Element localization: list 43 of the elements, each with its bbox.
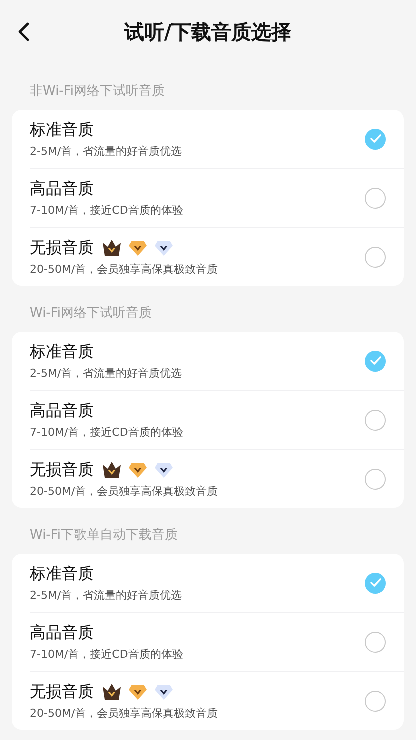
diamond-icon [128, 461, 148, 479]
option-title: 无损音质 [30, 460, 94, 480]
diamond-icon [128, 683, 148, 701]
check-icon [370, 134, 382, 144]
option-description: 20-50M/首，会员独享高保真极致音质 [30, 706, 220, 720]
page-title: 试听/下载音质选择 [124, 18, 292, 46]
radio-button[interactable] [365, 410, 386, 430]
radio-button[interactable] [365, 572, 386, 594]
option-title: 无损音质 [30, 238, 94, 258]
option-description: 2-5M/首，省流量的好音质优选 [30, 366, 184, 380]
crown-icon [102, 683, 122, 701]
section-label: Wi-Fi网络下试听音质 [29, 305, 154, 323]
option-description: 20-50M/首，会员独享高保真极致音质 [30, 484, 220, 498]
check-icon [370, 578, 382, 588]
option-title: 标准音质 [30, 564, 94, 584]
diamond-icon [128, 239, 148, 257]
diamond-icon [154, 239, 174, 257]
radio-button[interactable] [365, 350, 386, 372]
option-description: 7-10M/首，接近CD音质的体验 [30, 646, 184, 662]
crown-icon [102, 239, 122, 257]
diamond-icon [154, 461, 174, 479]
option-description: 2-5M/首，省流量的好音质优选 [30, 144, 184, 158]
crown-icon [102, 461, 122, 479]
check-icon [370, 356, 382, 366]
radio-button[interactable] [365, 188, 386, 208]
radio-button[interactable] [365, 468, 386, 490]
radio-button[interactable] [365, 632, 386, 652]
section-label: 非Wi-Fi网络下试听音质 [29, 83, 166, 101]
option-description: 20-50M/首，会员独享高保真极致音质 [30, 262, 220, 276]
diamond-icon [154, 683, 174, 701]
radio-button[interactable] [365, 128, 386, 150]
option-description: 7-10M/首，接近CD音质的体验 [30, 424, 184, 440]
option-title: 标准音质 [30, 120, 94, 140]
option-description: 2-5M/首，省流量的好音质优选 [30, 588, 184, 602]
option-title: 高品音质 [30, 178, 94, 200]
option-title: 高品音质 [30, 400, 94, 422]
radio-button[interactable] [365, 246, 386, 268]
option-title: 高品音质 [30, 622, 94, 644]
option-title: 标准音质 [30, 342, 94, 362]
option-description: 7-10M/首，接近CD音质的体验 [30, 202, 184, 218]
radio-button[interactable] [365, 690, 386, 712]
section-label: Wi-Fi下歌单自动下载音质 [29, 527, 180, 545]
option-title: 无损音质 [30, 682, 94, 702]
